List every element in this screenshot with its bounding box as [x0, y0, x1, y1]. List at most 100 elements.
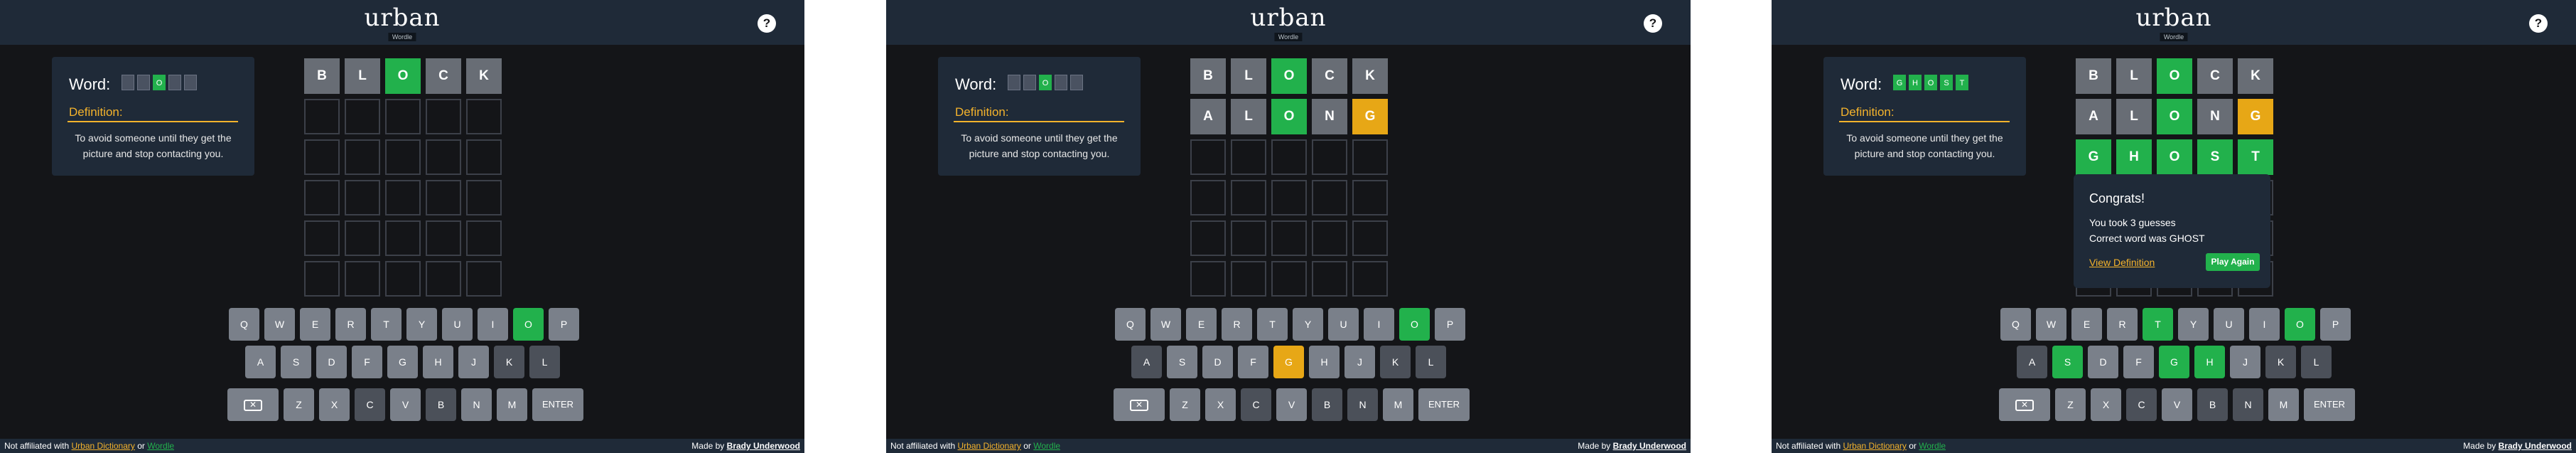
- key-i[interactable]: I: [2249, 308, 2280, 341]
- key-h[interactable]: H: [423, 346, 453, 378]
- key-y[interactable]: Y: [2178, 308, 2209, 341]
- key-q[interactable]: Q: [2000, 308, 2031, 341]
- key-k[interactable]: K: [1380, 346, 1411, 378]
- backspace-key[interactable]: ✕: [227, 388, 279, 421]
- help-icon[interactable]: ?: [1644, 14, 1662, 33]
- key-w[interactable]: W: [1150, 308, 1181, 341]
- enter-key[interactable]: ENTER: [532, 388, 583, 421]
- wordle-link[interactable]: Wordle: [1919, 441, 1946, 451]
- help-icon[interactable]: ?: [2529, 14, 2548, 33]
- key-k[interactable]: K: [494, 346, 524, 378]
- key-n[interactable]: N: [461, 388, 492, 421]
- key-r[interactable]: R: [335, 308, 366, 341]
- wordle-link[interactable]: Wordle: [147, 441, 174, 451]
- key-e[interactable]: E: [300, 308, 330, 341]
- key-m[interactable]: M: [2268, 388, 2299, 421]
- key-a[interactable]: A: [245, 346, 276, 378]
- key-g[interactable]: G: [1273, 346, 1304, 378]
- key-n[interactable]: N: [2233, 388, 2263, 421]
- key-d[interactable]: D: [2088, 346, 2118, 378]
- key-o[interactable]: O: [1399, 308, 1430, 341]
- key-u[interactable]: U: [442, 308, 473, 341]
- key-v[interactable]: V: [1276, 388, 1307, 421]
- key-b[interactable]: B: [2197, 388, 2228, 421]
- keyboard-row: QWERTYUIOP: [229, 308, 579, 341]
- key-x[interactable]: X: [1205, 388, 1236, 421]
- key-n[interactable]: N: [1347, 388, 1378, 421]
- play-again-button[interactable]: Play Again: [2206, 253, 2260, 271]
- key-c[interactable]: C: [2126, 388, 2157, 421]
- urban-dictionary-link[interactable]: Urban Dictionary: [958, 441, 1021, 451]
- key-u[interactable]: U: [1328, 308, 1359, 341]
- key-b[interactable]: B: [426, 388, 456, 421]
- key-l[interactable]: L: [1416, 346, 1446, 378]
- view-definition-link[interactable]: View Definition: [2089, 257, 2155, 268]
- key-w[interactable]: W: [264, 308, 295, 341]
- key-t[interactable]: T: [371, 308, 402, 341]
- key-r[interactable]: R: [2107, 308, 2138, 341]
- help-icon[interactable]: ?: [758, 14, 776, 33]
- key-g[interactable]: G: [387, 346, 418, 378]
- key-z[interactable]: Z: [1170, 388, 1200, 421]
- key-j[interactable]: J: [458, 346, 489, 378]
- key-q[interactable]: Q: [229, 308, 259, 341]
- enter-key[interactable]: ENTER: [1418, 388, 1470, 421]
- key-s[interactable]: S: [281, 346, 311, 378]
- urban-dictionary-link[interactable]: Urban Dictionary: [1843, 441, 1907, 451]
- author-link[interactable]: Brady Underwood: [2499, 441, 2572, 451]
- key-v[interactable]: V: [2162, 388, 2192, 421]
- key-c[interactable]: C: [1241, 388, 1271, 421]
- key-m[interactable]: M: [1383, 388, 1413, 421]
- key-h[interactable]: H: [2194, 346, 2225, 378]
- urban-dictionary-link[interactable]: Urban Dictionary: [72, 441, 135, 451]
- key-d[interactable]: D: [316, 346, 347, 378]
- key-x[interactable]: X: [2091, 388, 2121, 421]
- key-l[interactable]: L: [529, 346, 560, 378]
- key-f[interactable]: F: [1238, 346, 1268, 378]
- key-t[interactable]: T: [2143, 308, 2173, 341]
- key-a[interactable]: A: [2017, 346, 2047, 378]
- key-j[interactable]: J: [2230, 346, 2260, 378]
- key-o[interactable]: O: [2285, 308, 2315, 341]
- key-h[interactable]: H: [1309, 346, 1340, 378]
- key-y[interactable]: Y: [1293, 308, 1323, 341]
- author-link[interactable]: Brady Underwood: [727, 441, 800, 451]
- key-r[interactable]: R: [1222, 308, 1252, 341]
- key-f[interactable]: F: [352, 346, 382, 378]
- key-v[interactable]: V: [390, 388, 421, 421]
- key-p[interactable]: P: [1435, 308, 1465, 341]
- key-s[interactable]: S: [1167, 346, 1197, 378]
- key-m[interactable]: M: [497, 388, 527, 421]
- backspace-key[interactable]: ✕: [1999, 388, 2050, 421]
- key-i[interactable]: I: [1364, 308, 1394, 341]
- key-x[interactable]: X: [319, 388, 350, 421]
- key-d[interactable]: D: [1202, 346, 1233, 378]
- key-z[interactable]: Z: [284, 388, 314, 421]
- key-k[interactable]: K: [2265, 346, 2296, 378]
- key-u[interactable]: U: [2214, 308, 2244, 341]
- key-q[interactable]: Q: [1115, 308, 1146, 341]
- key-p[interactable]: P: [549, 308, 579, 341]
- key-l[interactable]: L: [2301, 346, 2332, 378]
- key-e[interactable]: E: [2071, 308, 2102, 341]
- key-b[interactable]: B: [1312, 388, 1342, 421]
- backspace-key[interactable]: ✕: [1114, 388, 1165, 421]
- enter-key[interactable]: ENTER: [2304, 388, 2355, 421]
- key-j[interactable]: J: [1344, 346, 1375, 378]
- key-s[interactable]: S: [2052, 346, 2083, 378]
- key-c[interactable]: C: [355, 388, 385, 421]
- key-y[interactable]: Y: [406, 308, 437, 341]
- author-link[interactable]: Brady Underwood: [1613, 441, 1686, 451]
- logo-subtitle: Wordle: [2160, 33, 2188, 41]
- wordle-link[interactable]: Wordle: [1033, 441, 1060, 451]
- key-f[interactable]: F: [2123, 346, 2154, 378]
- key-i[interactable]: I: [478, 308, 508, 341]
- key-a[interactable]: A: [1131, 346, 1162, 378]
- key-g[interactable]: G: [2159, 346, 2189, 378]
- key-p[interactable]: P: [2320, 308, 2351, 341]
- key-t[interactable]: T: [1257, 308, 1288, 341]
- key-e[interactable]: E: [1186, 308, 1217, 341]
- key-o[interactable]: O: [513, 308, 544, 341]
- key-w[interactable]: W: [2036, 308, 2066, 341]
- key-z[interactable]: Z: [2055, 388, 2086, 421]
